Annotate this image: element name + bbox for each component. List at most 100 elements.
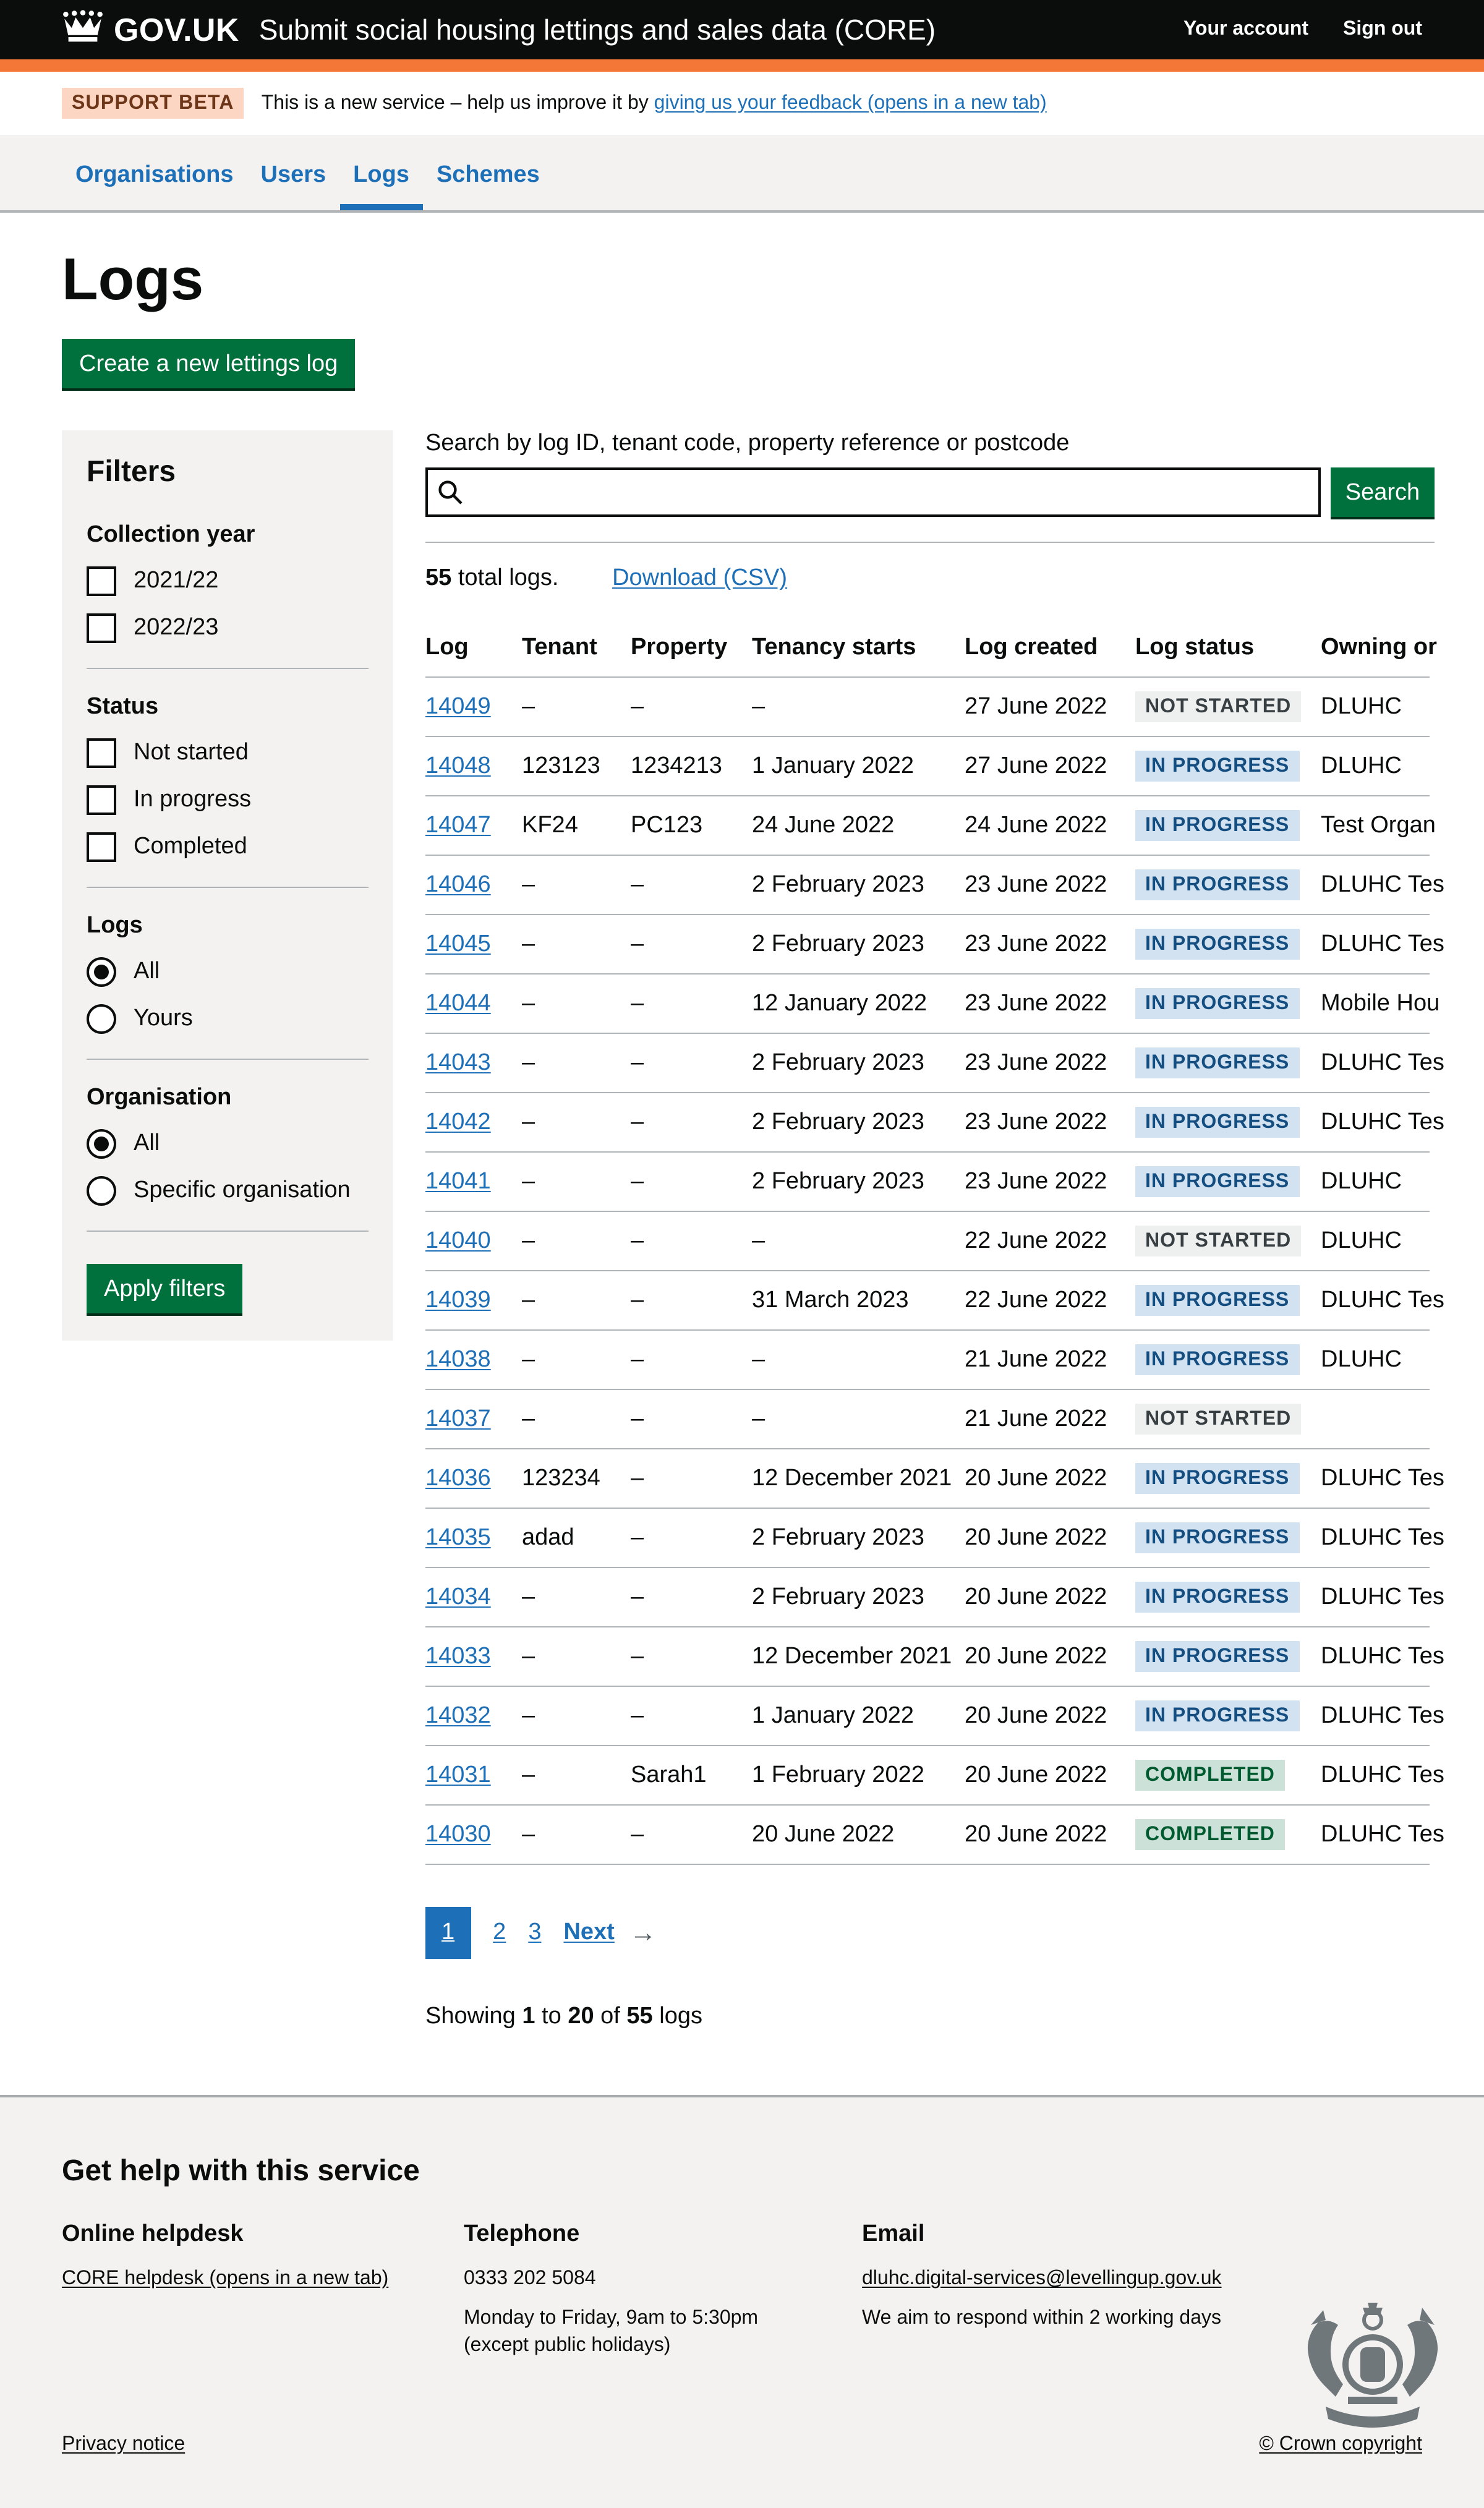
privacy-notice-link[interactable]: Privacy notice xyxy=(62,2431,185,2459)
cell-owning-organisation: Mobile Hou xyxy=(1321,974,1430,1033)
option-label: 2022/23 xyxy=(134,615,218,642)
online-helpdesk-heading: Online helpdesk xyxy=(62,2221,464,2248)
sign-out-link[interactable]: Sign out xyxy=(1343,19,1422,41)
log-link[interactable]: 14041 xyxy=(425,1168,491,1194)
search-input[interactable] xyxy=(425,467,1321,517)
feedback-link[interactable]: giving us your feedback (opens in a new … xyxy=(654,92,1047,113)
log-link[interactable]: 14030 xyxy=(425,1821,491,1847)
pagination-page-2[interactable]: 2 xyxy=(493,1919,506,1947)
checkbox-control[interactable] xyxy=(87,613,116,643)
govuk-logo[interactable]: GOV.UK xyxy=(62,9,239,50)
table-row: 14036123234–12 December 202120 June 2022… xyxy=(425,1449,1430,1508)
apply-filters-button[interactable]: Apply filters xyxy=(87,1264,242,1313)
log-link[interactable]: 14047 xyxy=(425,812,491,838)
radio-control[interactable] xyxy=(87,1129,116,1159)
log-link[interactable]: 14044 xyxy=(425,990,491,1016)
checkbox-in-progress[interactable]: In progress xyxy=(87,785,369,815)
radio-yours[interactable]: Yours xyxy=(87,1004,369,1034)
log-link[interactable]: 14038 xyxy=(425,1346,491,1372)
log-link[interactable]: 14037 xyxy=(425,1405,491,1431)
your-account-link[interactable]: Your account xyxy=(1183,19,1308,41)
checkbox-control[interactable] xyxy=(87,785,116,815)
download-csv-link[interactable]: Download (CSV) xyxy=(612,565,787,591)
cell-tenancy-starts: 20 June 2022 xyxy=(752,1805,965,1864)
radio-control[interactable] xyxy=(87,1176,116,1206)
pagination-page-3[interactable]: 3 xyxy=(528,1919,541,1947)
nav-tab-organisations[interactable]: Organisations xyxy=(62,135,247,210)
log-link[interactable]: 14032 xyxy=(425,1702,491,1728)
table-row: 14035adad–2 February 202320 June 2022IN … xyxy=(425,1508,1430,1568)
checkbox-control[interactable] xyxy=(87,832,116,862)
status-tag: IN PROGRESS xyxy=(1135,988,1299,1019)
cell-tenancy-starts: 2 February 2023 xyxy=(752,1568,965,1627)
cell-property: – xyxy=(631,1449,752,1508)
cell-log-status: IN PROGRESS xyxy=(1135,736,1321,796)
cell-tenancy-starts: 24 June 2022 xyxy=(752,796,965,855)
radio-control[interactable] xyxy=(87,957,116,987)
status-tag: IN PROGRESS xyxy=(1135,1522,1299,1553)
email-link[interactable]: dluhc.digital-services@levellingup.gov.u… xyxy=(862,2268,1222,2289)
nav-tab-label[interactable]: Users xyxy=(247,135,340,210)
radio-control[interactable] xyxy=(87,1004,116,1034)
column-header-owning-or: Owning or xyxy=(1321,620,1430,677)
cell-log: 14049 xyxy=(425,677,522,736)
pagination-next-link[interactable]: Next xyxy=(563,1919,614,1947)
create-lettings-log-button[interactable]: Create a new lettings log xyxy=(62,339,355,388)
nav-tab-label[interactable]: Organisations xyxy=(62,135,247,210)
cell-log-status: IN PROGRESS xyxy=(1135,1686,1321,1746)
checkbox-control[interactable] xyxy=(87,738,116,768)
nav-tab-label[interactable]: Schemes xyxy=(423,135,553,210)
checkbox-control[interactable] xyxy=(87,566,116,596)
checkbox-2021-22[interactable]: 2021/22 xyxy=(87,566,369,596)
telephone-hours: Monday to Friday, 9am to 5:30pm xyxy=(464,2305,862,2332)
status-tag: IN PROGRESS xyxy=(1135,1047,1299,1078)
search-label: Search by log ID, tenant code, property … xyxy=(425,430,1422,458)
cell-owning-organisation: DLUHC Tes xyxy=(1321,1271,1430,1330)
log-link[interactable]: 14040 xyxy=(425,1227,491,1253)
column-header-tenancy-starts: Tenancy starts xyxy=(752,620,965,677)
radio-all[interactable]: All xyxy=(87,957,369,987)
checkbox-2022-23[interactable]: 2022/23 xyxy=(87,613,369,643)
status-tag: COMPLETED xyxy=(1135,1760,1285,1791)
log-link[interactable]: 14045 xyxy=(425,931,491,957)
cell-log: 14032 xyxy=(425,1686,522,1746)
cell-log: 14040 xyxy=(425,1211,522,1271)
cell-property: – xyxy=(631,1271,752,1330)
core-helpdesk-link[interactable]: CORE helpdesk (opens in a new tab) xyxy=(62,2268,388,2289)
log-link[interactable]: 14034 xyxy=(425,1584,491,1610)
log-link[interactable]: 14033 xyxy=(425,1643,491,1669)
log-link[interactable]: 14036 xyxy=(425,1465,491,1491)
log-link[interactable]: 14031 xyxy=(425,1762,491,1788)
cell-log-status: IN PROGRESS xyxy=(1135,1568,1321,1627)
radio-specific-organisation[interactable]: Specific organisation xyxy=(87,1176,369,1206)
nav-tab-users[interactable]: Users xyxy=(247,135,340,210)
nav-tab-logs[interactable]: Logs xyxy=(339,135,423,210)
log-link[interactable]: 14035 xyxy=(425,1524,491,1550)
cell-tenancy-starts: 1 January 2022 xyxy=(752,736,965,796)
cell-log: 14041 xyxy=(425,1152,522,1211)
nav-tab-label[interactable]: Logs xyxy=(339,135,423,210)
cell-log: 14047 xyxy=(425,796,522,855)
status-tag: IN PROGRESS xyxy=(1135,929,1299,960)
radio-all[interactable]: All xyxy=(87,1129,369,1159)
cell-log-status: IN PROGRESS xyxy=(1135,1508,1321,1568)
checkbox-not-started[interactable]: Not started xyxy=(87,738,369,768)
cell-property: – xyxy=(631,1093,752,1152)
pagination-page-1[interactable]: 1 xyxy=(425,1907,471,1959)
log-link[interactable]: 14039 xyxy=(425,1287,491,1313)
cell-tenant: – xyxy=(522,974,631,1033)
log-link[interactable]: 14049 xyxy=(425,693,491,719)
cell-log: 14034 xyxy=(425,1568,522,1627)
log-link[interactable]: 14043 xyxy=(425,1049,491,1075)
filters-panel: Filters Collection year2021/222022/23Sta… xyxy=(62,430,393,1341)
checkbox-completed[interactable]: Completed xyxy=(87,832,369,862)
footer: Get help with this service Online helpde… xyxy=(0,2095,1484,2508)
service-name[interactable]: Submit social housing lettings and sales… xyxy=(259,13,936,46)
table-row: 14049–––27 June 2022NOT STARTEDDLUHC xyxy=(425,677,1430,736)
govuk-logo-text: GOV.UK xyxy=(114,11,239,49)
search-button[interactable]: Search xyxy=(1331,467,1435,517)
log-link[interactable]: 14042 xyxy=(425,1109,491,1135)
nav-tab-schemes[interactable]: Schemes xyxy=(423,135,553,210)
log-link[interactable]: 14046 xyxy=(425,871,491,897)
log-link[interactable]: 14048 xyxy=(425,753,491,778)
